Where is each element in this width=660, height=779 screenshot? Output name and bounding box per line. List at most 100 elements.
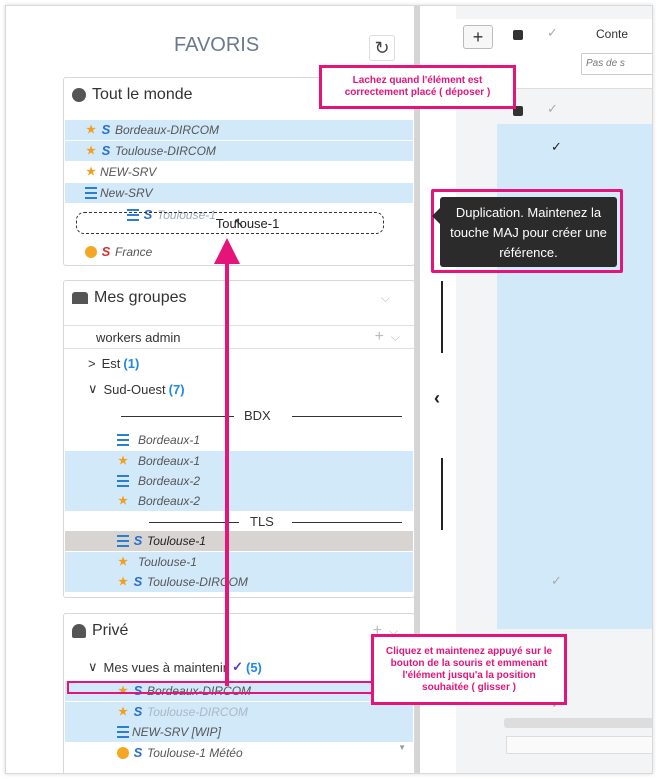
item-label: NEW-SRV	[100, 165, 157, 179]
item-label: Toulouse-DIRCOM	[147, 705, 248, 719]
tooltip: Duplication. Maintenez la touche MAJ pou…	[440, 197, 617, 267]
list-icon	[117, 726, 129, 738]
chevron-down-icon[interactable]: ⌵	[381, 291, 390, 306]
divider-label-bdx: BDX	[244, 408, 271, 423]
panel-header[interactable]: Mes groupes ⌵	[64, 281, 414, 315]
folder-mes-vues[interactable]: ∨ Mes vues à maintenir ✓ (5)	[88, 659, 262, 675]
panel-header[interactable]: Privé + ⌵	[64, 614, 414, 648]
user-icon	[72, 624, 86, 638]
annotation-drag: Cliquez et maintenez appuyé sur le bouto…	[371, 634, 567, 705]
widget-icon: ★	[118, 495, 128, 507]
item-label: NEW-SRV [WIP]	[132, 725, 221, 739]
link-icon: S	[133, 745, 143, 760]
splitter-handle-bottom	[441, 458, 443, 530]
drag-label: Toulouse-1	[215, 215, 280, 231]
list-item[interactable]: S Toulouse-1 Météo	[65, 743, 413, 763]
item-label: Toulouse-DIRCOM	[147, 575, 248, 589]
page-title: FAVORIS	[174, 34, 260, 56]
list-item[interactable]: ★ S Toulouse-DIRCOM	[65, 702, 413, 722]
item-label: Bordeaux-DIRCOM	[115, 123, 220, 137]
group-name: workers admin	[96, 329, 181, 345]
list-item[interactable]: S Toulouse-1	[65, 531, 413, 551]
list-icon	[85, 187, 97, 199]
list-item[interactable]: ★ Bordeaux-1	[65, 451, 413, 471]
item-label: New-SRV	[100, 186, 153, 200]
collapse-all-icon[interactable]	[513, 30, 523, 40]
widget-icon: ★	[86, 124, 96, 136]
widget-icon: ★	[86, 166, 96, 178]
list-item[interactable]: ★ Bordeaux-2	[65, 491, 413, 511]
drop-placeholder[interactable]: Toulouse-1 ↖	[76, 212, 384, 234]
item-label: Toulouse-1	[138, 555, 197, 569]
annotation-drop-text: Lachez quand l'élément est correctement …	[344, 75, 491, 98]
refresh-icon[interactable]: ↻	[369, 35, 395, 61]
app-frame: FAVORIS ↻ ‹ + ✓ Conte Pas de s ✓ ✓ ✓ ✓ T…	[5, 5, 653, 774]
link-icon: S	[101, 244, 111, 259]
header-check-icon[interactable]: ✓	[547, 25, 558, 41]
divider-label-tls: TLS	[250, 514, 274, 529]
list-item[interactable]: ★ S Bordeaux-DIRCOM	[65, 120, 413, 140]
tooltip-text: Duplication. Maintenez la touche MAJ pou…	[450, 205, 607, 260]
collapse-left-icon[interactable]: ‹	[434, 388, 440, 409]
arrow-shaft	[225, 258, 229, 686]
group-header[interactable]: workers admin + ⌵	[64, 325, 414, 349]
widget-icon: ★	[118, 556, 128, 568]
link-icon: S	[133, 574, 143, 589]
list-item[interactable]: ★ NEW-SRV	[65, 162, 413, 182]
annotation-drop: Lachez quand l'élément est correctement …	[319, 65, 516, 109]
item-label: France	[115, 245, 153, 259]
cursor-icon: ↖	[233, 215, 245, 230]
item-label: Toulouse-DIRCOM	[115, 144, 216, 158]
row-check-icon[interactable]: ✓	[551, 573, 562, 589]
folder-label: Sud-Ouest	[103, 381, 166, 397]
column-header[interactable]: Conte	[596, 27, 628, 41]
weather-icon	[117, 747, 129, 759]
divider-line	[121, 416, 234, 417]
list-item[interactable]: ★ S Toulouse-DIRCOM	[65, 141, 413, 161]
list-icon	[117, 535, 129, 547]
splitter-handle-top	[441, 281, 443, 353]
arrow-head	[214, 238, 240, 264]
list-item[interactable]: ★ S Toulouse-DIRCOM	[65, 572, 413, 592]
list-item[interactable]: Bordeaux-1	[65, 430, 413, 450]
folder-count: (1)	[123, 356, 140, 371]
filter-placeholder: Pas de s	[586, 58, 625, 69]
vertical-scrollbar-arrow[interactable]: ▼	[398, 743, 406, 752]
widget-icon: ★	[86, 145, 96, 157]
pagination-bar[interactable]	[506, 736, 652, 754]
weather-icon	[85, 246, 97, 258]
add-icon[interactable]: +	[375, 328, 384, 346]
list-icon	[117, 434, 129, 446]
column-filter-input[interactable]: Pas de s	[581, 53, 652, 75]
list-item[interactable]: NEW-SRV [WIP]	[65, 722, 413, 742]
widget-icon: ★	[118, 576, 128, 588]
list-item[interactable]: Bordeaux-2	[65, 471, 413, 491]
panel-mes-groupes: Mes groupes ⌵ workers admin + ⌵ > Est (1…	[63, 280, 415, 598]
list-item[interactable]: ★ Toulouse-1	[65, 552, 413, 572]
widget-icon: ★	[118, 706, 128, 718]
chevron-down-icon: ∨	[88, 381, 98, 396]
row-check-icon[interactable]: ✓	[551, 139, 562, 155]
chevron-down-icon[interactable]: ⌵	[391, 330, 400, 345]
divider-line	[292, 522, 402, 523]
link-icon: S	[133, 533, 143, 548]
item-label: Bordeaux-1	[138, 433, 201, 447]
list-icon	[117, 475, 129, 487]
horizontal-scrollbar[interactable]	[504, 718, 652, 728]
panel-title: Mes groupes	[94, 289, 187, 306]
folder-sud-ouest[interactable]: ∨ Sud-Ouest (7)	[88, 381, 185, 397]
item-label: Bordeaux-2	[138, 494, 201, 508]
list-item[interactable]: New-SRV	[65, 183, 413, 203]
folder-count: (5)	[245, 659, 262, 675]
row-check-icon[interactable]: ✓	[547, 101, 558, 117]
annotation-source-highlight	[67, 681, 374, 694]
folder-est[interactable]: > Est (1)	[88, 356, 139, 371]
item-label: Bordeaux-1	[138, 454, 201, 468]
divider-line	[292, 416, 402, 417]
folder-count: (7)	[168, 381, 185, 397]
group-icon	[72, 292, 88, 304]
annotation-drag-text: Cliquez et maintenez appuyé sur le bouto…	[385, 645, 553, 693]
add-button[interactable]: +	[463, 25, 493, 49]
globe-icon	[72, 88, 86, 102]
item-label: Bordeaux-2	[138, 474, 201, 488]
